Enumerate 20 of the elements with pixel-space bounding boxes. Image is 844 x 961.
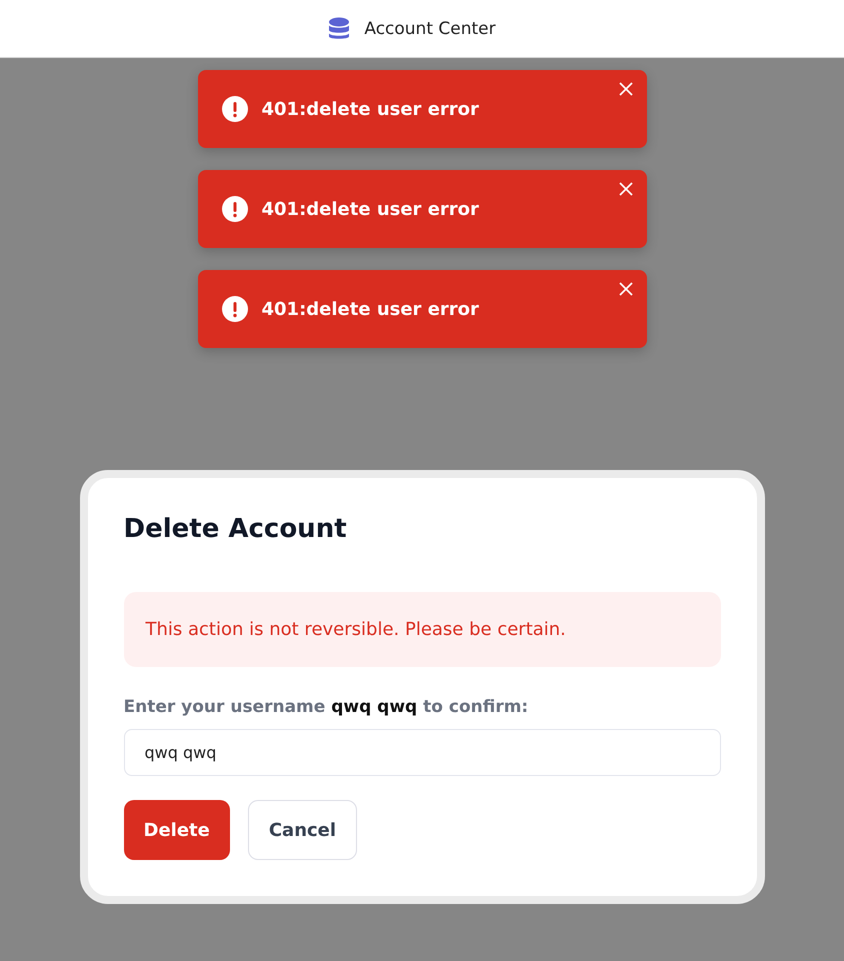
close-button[interactable] — [616, 80, 634, 98]
cancel-button[interactable]: Cancel — [248, 800, 358, 860]
close-icon — [618, 182, 632, 196]
alert-icon — [222, 296, 248, 322]
toast-message: 401:delete user error — [262, 98, 479, 120]
close-button[interactable] — [616, 180, 634, 198]
delete-button[interactable]: Delete — [124, 800, 230, 860]
close-icon — [618, 82, 632, 96]
alert-icon — [222, 96, 248, 122]
warning-message: This action is not reversible. Please be certain. — [124, 592, 720, 667]
database-icon — [328, 16, 350, 40]
close-icon — [618, 282, 632, 296]
app-title: Account Center — [364, 18, 496, 38]
toast-message: 401:delete user error — [262, 198, 479, 220]
toast-message: 401:delete user error — [262, 298, 479, 320]
alert-icon — [222, 196, 248, 222]
username-input[interactable]: qwq qwq — [124, 729, 720, 776]
confirm-label: Enter your username qwq qwq to confirm: — [124, 697, 530, 717]
dialog-title: Delete Account — [124, 514, 348, 544]
close-button[interactable] — [616, 280, 634, 298]
